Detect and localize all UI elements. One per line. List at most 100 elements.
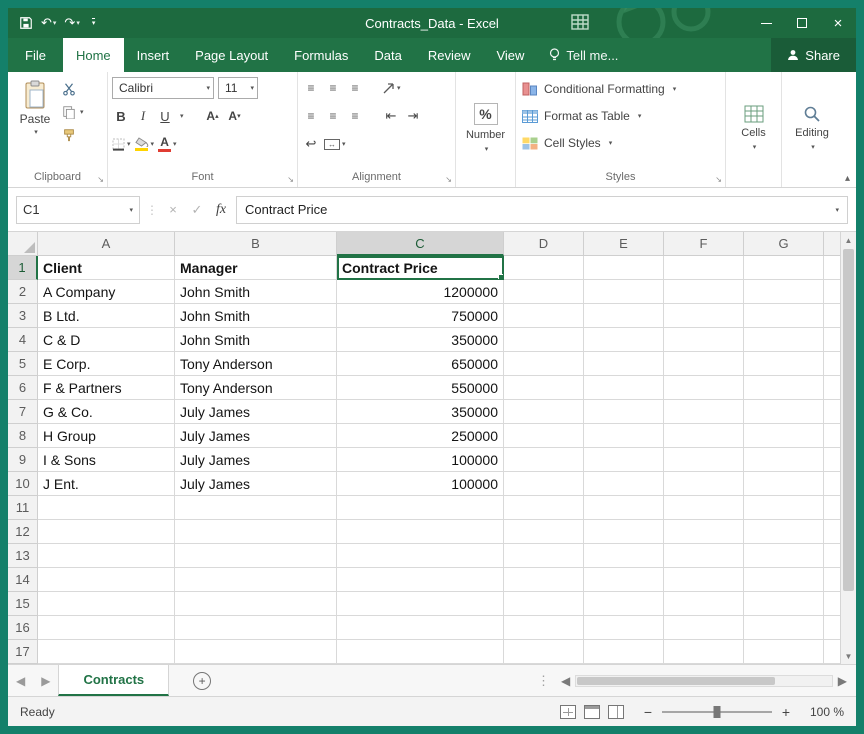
cell-C12[interactable] xyxy=(337,520,504,544)
row-header-16[interactable]: 16 xyxy=(8,616,38,640)
cell-E15[interactable] xyxy=(584,592,664,616)
cell-F15[interactable] xyxy=(664,592,744,616)
row-header-8[interactable]: 8 xyxy=(8,424,38,448)
cell-C1[interactable]: Contract Price xyxy=(337,256,504,280)
vertical-scroll-thumb[interactable] xyxy=(843,249,854,591)
increase-indent-button[interactable]: ⇥ xyxy=(404,106,422,126)
dialog-launcher-icon[interactable]: ↘ xyxy=(445,176,452,184)
cell-B2[interactable]: John Smith xyxy=(175,280,337,304)
row-header-13[interactable]: 13 xyxy=(8,544,38,568)
row-header-4[interactable]: 4 xyxy=(8,328,38,352)
ribbon-tab-insert[interactable]: Insert xyxy=(124,38,183,72)
cell-G5[interactable] xyxy=(744,352,824,376)
cell-B5[interactable]: Tony Anderson xyxy=(175,352,337,376)
chevron-down-icon[interactable]: ▾ xyxy=(53,19,57,27)
cell-F11[interactable] xyxy=(664,496,744,520)
cell-E7[interactable] xyxy=(584,400,664,424)
cell-G2[interactable] xyxy=(744,280,824,304)
cell-C5[interactable]: 650000 xyxy=(337,352,504,376)
cell-D7[interactable] xyxy=(504,400,584,424)
row-header-10[interactable]: 10 xyxy=(8,472,38,496)
sheet-nav-right-icon[interactable]: ▶ xyxy=(33,665,58,696)
ribbon-tab-review[interactable]: Review xyxy=(415,38,484,72)
cell-E3[interactable] xyxy=(584,304,664,328)
horizontal-scroll-track[interactable] xyxy=(575,675,833,687)
cell-D2[interactable] xyxy=(504,280,584,304)
cell-A2[interactable]: A Company xyxy=(38,280,175,304)
cell-F12[interactable] xyxy=(664,520,744,544)
bold-button[interactable]: B xyxy=(112,106,130,126)
cell-C10[interactable]: 100000 xyxy=(337,472,504,496)
cell-A16[interactable] xyxy=(38,616,175,640)
cell-A8[interactable]: H Group xyxy=(38,424,175,448)
align-left-button[interactable]: ≡ xyxy=(302,106,320,126)
page-layout-view-button[interactable] xyxy=(584,705,600,719)
chevron-down-icon[interactable]: ▾ xyxy=(180,112,184,120)
cell-D14[interactable] xyxy=(504,568,584,592)
paste-button[interactable]: Paste ▾ xyxy=(12,76,58,169)
cell-D17[interactable] xyxy=(504,640,584,664)
cell-C6[interactable]: 550000 xyxy=(337,376,504,400)
cell-styles-button[interactable]: Cell Styles ▾ xyxy=(522,132,723,154)
cell-C15[interactable] xyxy=(337,592,504,616)
increase-font-button[interactable]: A▴ xyxy=(204,106,222,126)
column-header-G[interactable]: G xyxy=(744,232,824,256)
cell-A5[interactable]: E Corp. xyxy=(38,352,175,376)
customize-quick-access-button[interactable]: ▾ xyxy=(85,11,99,35)
cell-B7[interactable]: July James xyxy=(175,400,337,424)
new-sheet-button[interactable]: + xyxy=(193,672,211,690)
zoom-slider[interactable] xyxy=(662,711,772,713)
align-center-button[interactable]: ≡ xyxy=(324,106,342,126)
cell-F5[interactable] xyxy=(664,352,744,376)
cell-E1[interactable] xyxy=(584,256,664,280)
cell-B11[interactable] xyxy=(175,496,337,520)
redo-button[interactable]: ↷▾ xyxy=(61,11,82,35)
top-align-button[interactable]: ≡ xyxy=(302,78,320,98)
cell-D11[interactable] xyxy=(504,496,584,520)
vertical-scrollbar[interactable]: ▲ ▼ xyxy=(840,232,856,664)
ribbon-tab-view[interactable]: View xyxy=(483,38,537,72)
cell-D13[interactable] xyxy=(504,544,584,568)
cell-C11[interactable] xyxy=(337,496,504,520)
cell-B1[interactable]: Manager xyxy=(175,256,337,280)
cell-B10[interactable]: July James xyxy=(175,472,337,496)
cell-C7[interactable]: 350000 xyxy=(337,400,504,424)
cell-E2[interactable] xyxy=(584,280,664,304)
ribbon-tab-page-layout[interactable]: Page Layout xyxy=(182,38,281,72)
cell-F6[interactable] xyxy=(664,376,744,400)
dialog-launcher-icon[interactable]: ↘ xyxy=(715,176,722,184)
cell-D15[interactable] xyxy=(504,592,584,616)
merge-center-button[interactable]: ↔▾ xyxy=(324,134,346,154)
normal-view-button[interactable] xyxy=(560,705,576,719)
horizontal-scrollbar[interactable]: ◀ ▶ xyxy=(556,665,856,696)
cancel-button[interactable]: × xyxy=(164,202,182,217)
cell-E13[interactable] xyxy=(584,544,664,568)
row-header-12[interactable]: 12 xyxy=(8,520,38,544)
column-header-C[interactable]: C xyxy=(337,232,504,256)
cell-C3[interactable]: 750000 xyxy=(337,304,504,328)
number-group-button[interactable]: % Number ▾ xyxy=(456,72,515,187)
row-header-7[interactable]: 7 xyxy=(8,400,38,424)
cell-F3[interactable] xyxy=(664,304,744,328)
cell-E8[interactable] xyxy=(584,424,664,448)
column-header-E[interactable]: E xyxy=(584,232,664,256)
format-as-table-button[interactable]: Format as Table ▾ xyxy=(522,105,723,127)
fill-handle[interactable] xyxy=(498,274,504,280)
font-name-select[interactable]: Calibri▾ xyxy=(112,77,214,99)
row-header-3[interactable]: 3 xyxy=(8,304,38,328)
cell-E9[interactable] xyxy=(584,448,664,472)
cell-C2[interactable]: 1200000 xyxy=(337,280,504,304)
column-header-A[interactable]: A xyxy=(38,232,175,256)
cell-C14[interactable] xyxy=(337,568,504,592)
column-header-B[interactable]: B xyxy=(175,232,337,256)
ribbon-tab-file[interactable]: File xyxy=(8,38,63,72)
cell-B13[interactable] xyxy=(175,544,337,568)
row-header-2[interactable]: 2 xyxy=(8,280,38,304)
cell-F13[interactable] xyxy=(664,544,744,568)
format-painter-button[interactable] xyxy=(62,126,84,144)
horizontal-scroll-thumb[interactable] xyxy=(577,677,775,685)
decrease-font-button[interactable]: A▾ xyxy=(226,106,244,126)
cell-G8[interactable] xyxy=(744,424,824,448)
cell-F16[interactable] xyxy=(664,616,744,640)
cell-A10[interactable]: J Ent. xyxy=(38,472,175,496)
